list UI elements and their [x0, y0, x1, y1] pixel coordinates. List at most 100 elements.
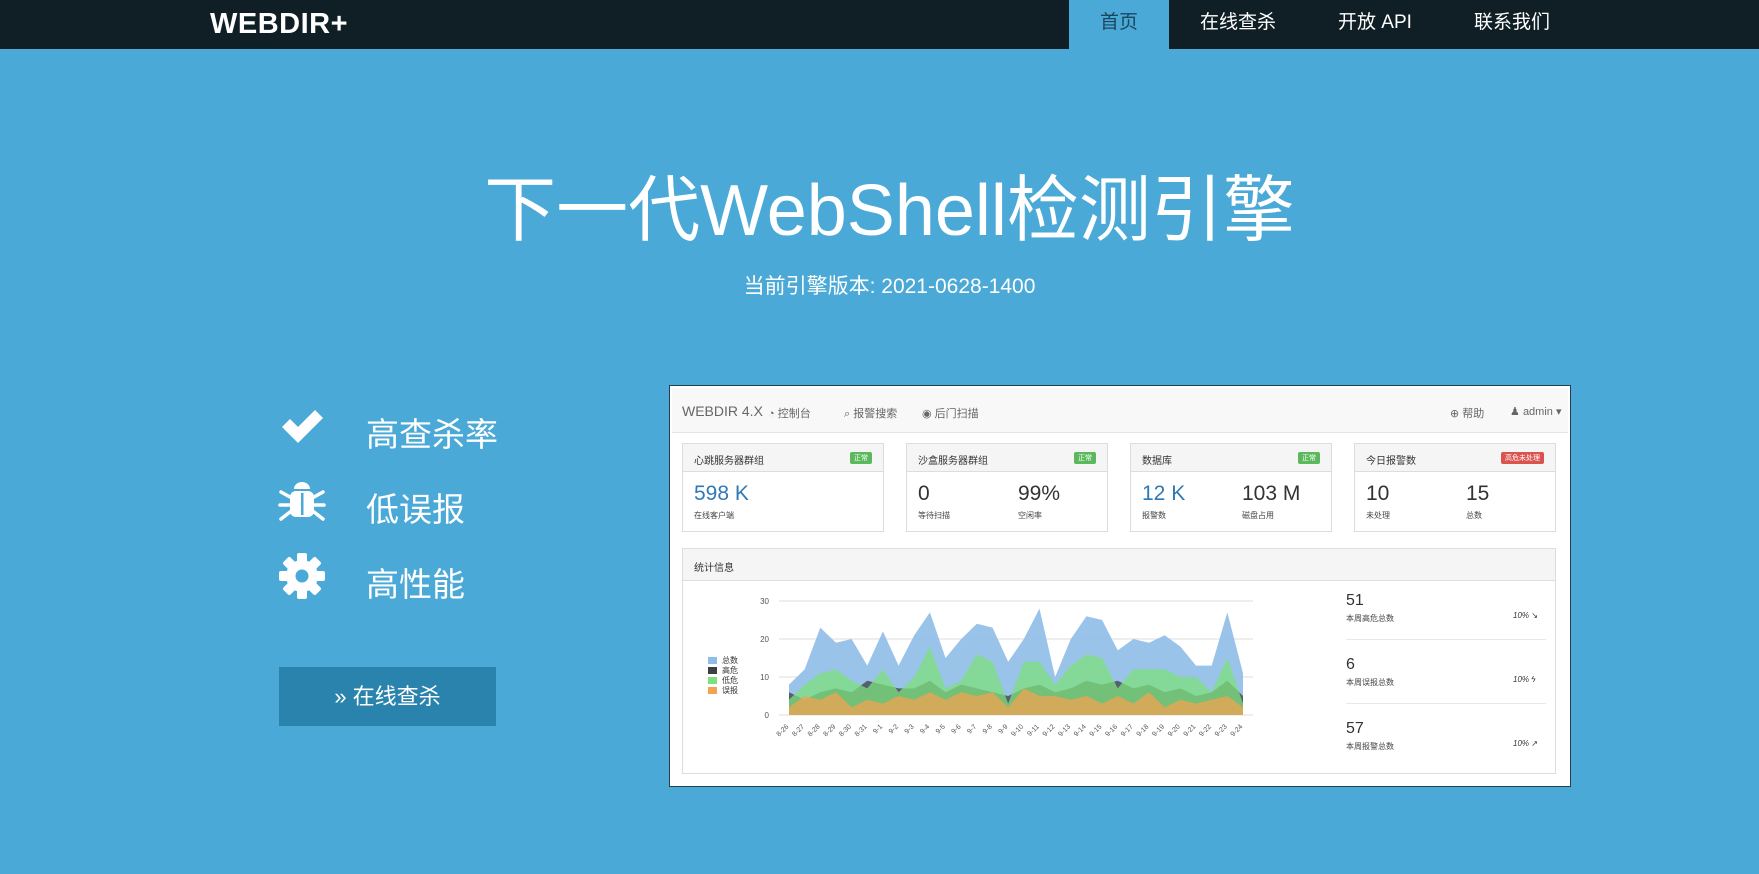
- stat-value: 103 M: [1242, 482, 1301, 505]
- feature-label: 高性能: [366, 566, 465, 603]
- x-tick-label: 9-8: [982, 723, 994, 735]
- x-tick-label: 9-17: [1120, 723, 1135, 738]
- x-tick-label: 8-29: [823, 723, 838, 738]
- nav-contact[interactable]: 联系我们: [1443, 0, 1581, 49]
- panel-header: 数据库 正常: [1131, 444, 1331, 472]
- legend-label: 误报: [722, 686, 738, 695]
- stat-label: 报警数: [1142, 511, 1166, 520]
- user-icon: ♟: [1510, 406, 1520, 418]
- hero-title: 下一代WebShell检测引擎: [484, 171, 1295, 251]
- nav-home[interactable]: 首页: [1069, 0, 1170, 49]
- x-tick-label: 8-31: [854, 723, 869, 738]
- status-badge: 正常: [1074, 452, 1096, 464]
- online-scan-button[interactable]: » 在线查杀: [279, 667, 496, 726]
- stat-label: 磁盘占用: [1242, 511, 1274, 520]
- x-tick-label: 9-20: [1167, 723, 1182, 738]
- panel-title: 沙盒服务器群组: [918, 456, 988, 467]
- stat-trend: 10% ϟ: [1513, 675, 1536, 684]
- feature-item: 高查杀率: [278, 402, 578, 458]
- panel-header: 今日报警数 高危未处理: [1355, 444, 1555, 472]
- status-badge: 正常: [850, 452, 872, 464]
- stat-panel: 沙盒服务器群组 正常 0 等待扫描 99% 空闲率: [906, 443, 1108, 532]
- preview-nav-label: 报警搜索: [853, 408, 898, 420]
- feature-item: 高性能: [278, 552, 578, 608]
- stat-value: 99%: [1018, 482, 1061, 505]
- stat-label: 本周报警总数: [1346, 742, 1394, 751]
- stat-panel: 今日报警数 高危未处理 10 未处理 15 总数: [1354, 443, 1556, 532]
- gear-icon: [279, 553, 325, 599]
- x-tick-label: 9-1: [872, 723, 884, 735]
- stat-label: 总数: [1466, 511, 1482, 520]
- stats-area-chart: 0 10 20 30 8-26 8-27 8-28 8-29 8-30 8-31 9-1 9-2 9-3…: [760, 597, 1253, 738]
- stat-panel: 数据库 正常 12 K 报警数 103 M 磁盘占用: [1130, 443, 1332, 532]
- x-tick-label: 9-6: [951, 723, 963, 735]
- lifebuoy-icon: ⊕: [1450, 408, 1460, 420]
- y-tick-label: 10: [760, 673, 769, 682]
- preview-user-menu: ♟ admin ▾: [1510, 405, 1562, 418]
- stat-label: 本周高危总数: [1346, 614, 1394, 623]
- preview-nav-backdoor-scan: ◉ 后门扫描: [922, 405, 979, 421]
- engine-version: 当前引擎版本: 2021-0628-1400: [743, 275, 1036, 298]
- stat-value: 10: [1366, 482, 1390, 505]
- panel-header: 心跳服务器群组 正常: [683, 444, 883, 472]
- preview-navbar: WEBDIR 4.X ◔ 控制台 ⌕ 报警搜索 ◉ 后门扫描 ⊕ 帮助 ♟ ad…: [672, 388, 1568, 433]
- brand-logo[interactable]: WEBDIR+: [210, 8, 348, 41]
- preview-username: admin: [1522, 406, 1553, 418]
- stat-label: 本周误报总数: [1346, 678, 1394, 687]
- dashboard-icon: ◔: [768, 408, 775, 420]
- legend-swatch: [708, 657, 717, 664]
- stat-value: 12 K: [1142, 482, 1186, 505]
- x-tick-label: 9-12: [1042, 723, 1057, 738]
- nav-open-api[interactable]: 开放 API: [1307, 0, 1443, 49]
- preview-nav-label: 后门扫描: [934, 408, 979, 420]
- x-tick-label: 8-30: [838, 723, 853, 738]
- divider: [1346, 639, 1546, 640]
- x-tick-label: 9-2: [888, 723, 900, 735]
- main-nav: 首页 在线查杀 开放 API 联系我们: [1069, 0, 1581, 49]
- stat-value: 15: [1466, 482, 1490, 505]
- stat-trend: 10% ↗: [1513, 739, 1538, 748]
- panel-title: 数据库: [1142, 456, 1172, 467]
- y-tick-label: 30: [760, 597, 769, 606]
- check-icon: [282, 410, 323, 443]
- dashboard-preview: WEBDIR 4.X ◔ 控制台 ⌕ 报警搜索 ◉ 后门扫描 ⊕ 帮助 ♟ ad…: [669, 385, 1571, 787]
- feature-label: 低误报: [366, 491, 465, 528]
- preview-nav-label: 控制台: [777, 408, 811, 420]
- x-tick-label: 9-24: [1230, 723, 1245, 738]
- x-tick-label: 9-15: [1089, 723, 1104, 738]
- stat-value: 0: [918, 482, 930, 505]
- x-tick-label: 9-9: [997, 723, 1009, 735]
- preview-nav-console: ◔ 控制台: [768, 405, 811, 421]
- x-tick-label: 9-16: [1104, 723, 1119, 738]
- legend-swatch: [708, 687, 717, 694]
- nav-online-scan[interactable]: 在线查杀: [1169, 0, 1307, 49]
- stat-label: 未处理: [1366, 511, 1390, 520]
- stat-label: 空闲率: [1018, 511, 1042, 520]
- x-tick-label: 9-7: [966, 723, 978, 735]
- x-tick-label: 9-14: [1073, 723, 1088, 738]
- x-tick-label: 8-28: [807, 723, 822, 738]
- x-tick-label: 9-3: [904, 723, 916, 735]
- preview-help-label: 帮助: [1462, 408, 1485, 420]
- x-tick-label: 9-5: [935, 723, 947, 735]
- x-tick-label: 8-26: [776, 723, 791, 738]
- stat-value: 57: [1346, 720, 1364, 737]
- status-badge: 正常: [1298, 452, 1320, 464]
- stat-trend: 10% ↘: [1513, 611, 1538, 620]
- feature-item: 低误报: [278, 477, 578, 533]
- x-tick-label: 9-11: [1026, 723, 1041, 738]
- x-tick-label: 9-23: [1214, 723, 1229, 738]
- panel-header: 统计信息: [683, 549, 1555, 581]
- y-tick-label: 0: [765, 711, 770, 720]
- y-tick-label: 20: [760, 635, 769, 644]
- divider: [1346, 703, 1546, 704]
- stat-value: 6: [1346, 656, 1355, 673]
- feature-label: 高查杀率: [366, 416, 498, 453]
- eye-icon: ◉: [922, 408, 932, 420]
- stat-label: 等待扫描: [918, 511, 950, 520]
- preview-nav-alert-search: ⌕ 报警搜索: [844, 405, 897, 421]
- stat-panel: 心跳服务器群组 正常 598 K 在线客户端: [682, 443, 884, 532]
- caret-down-icon: ▾: [1555, 406, 1562, 418]
- preview-brand: WEBDIR 4.X: [682, 403, 763, 419]
- stat-value: 598 K: [694, 482, 749, 505]
